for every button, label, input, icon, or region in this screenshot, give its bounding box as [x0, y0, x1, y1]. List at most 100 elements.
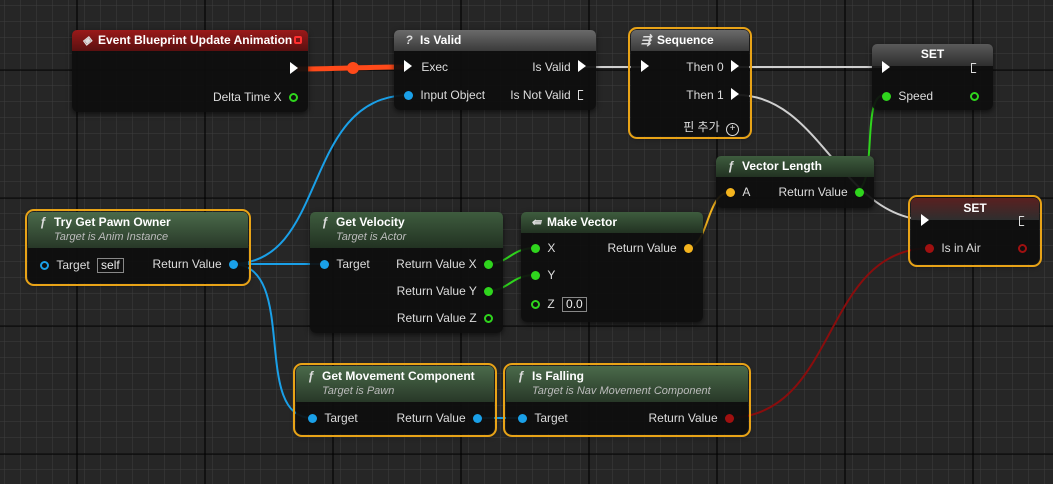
- event-diamond-icon: ◈: [82, 33, 92, 47]
- make-vector-return-pin[interactable]: Return Value: [607, 241, 693, 255]
- is-falling-node[interactable]: ƒ Is Falling Target is Nav Movement Compo…: [503, 363, 751, 437]
- get-velocity-title: Get Velocity: [336, 215, 405, 229]
- then1-label: Then 1: [686, 88, 724, 102]
- event-update-animation-node[interactable]: ◈ Event Blueprint Update Animation Delta …: [72, 30, 308, 112]
- return-z-label: Return Value Z: [396, 311, 477, 325]
- pawn-owner-target-pin[interactable]: Target self: [40, 258, 124, 273]
- try-get-pawn-owner-header: ƒ Try Get Pawn Owner Target is Anim Insta…: [28, 212, 248, 248]
- exec-wire-event-to-isvalid: [296, 64, 406, 72]
- delta-time-pin[interactable]: Delta Time X: [213, 90, 298, 104]
- vector-length-header: ƒ Vector Length: [716, 156, 874, 177]
- then0-label: Then 0: [686, 60, 724, 74]
- make-vector-title: Make Vector: [547, 215, 618, 229]
- is-valid-title: Is Valid: [420, 33, 462, 47]
- make-vector-z-pin[interactable]: Z 0.0: [531, 297, 587, 312]
- set-speed-title: SET: [920, 47, 945, 61]
- vector-length-a-pin[interactable]: A: [726, 185, 750, 199]
- z-value-input[interactable]: 0.0: [562, 297, 587, 312]
- event-replicated-icon: [294, 36, 302, 44]
- make-vector-node[interactable]: ⇚ Make Vector X Y Z 0.0 Return Value: [521, 212, 703, 322]
- try-get-pawn-owner-subtitle: Target is Anim Instance: [54, 231, 169, 243]
- vector-length-node[interactable]: ƒ Vector Length A Return Value: [716, 156, 874, 208]
- exec-label: Exec: [421, 60, 449, 74]
- return-x-pin[interactable]: Return Value X: [396, 257, 493, 271]
- sequence-node[interactable]: ⇶ Sequence Then 0 Then 1 핀 추가 +: [628, 27, 752, 139]
- a-label: A: [742, 185, 751, 199]
- sequence-title: Sequence: [657, 33, 714, 47]
- target-self-input[interactable]: self: [97, 258, 124, 273]
- function-f-icon: ƒ: [727, 159, 735, 173]
- add-pin-button[interactable]: 핀 추가 +: [683, 118, 739, 136]
- is-falling-target-pin[interactable]: Target: [518, 411, 568, 425]
- is-not-valid-label: Is Not Valid: [510, 88, 571, 102]
- vector-length-return-label: Return Value: [778, 185, 848, 199]
- get-movement-component-node[interactable]: ƒ Get Movement Component Target is Pawn T…: [293, 363, 497, 437]
- vector-length-title: Vector Length: [742, 159, 823, 173]
- is-valid-label: Is Valid: [532, 60, 571, 74]
- make-vector-y-pin[interactable]: Y: [531, 268, 555, 282]
- is-falling-header: ƒ Is Falling Target is Nav Movement Compo…: [506, 366, 748, 402]
- set-speed-exec-in-pin[interactable]: [882, 61, 890, 75]
- return-x-label: Return Value X: [396, 257, 477, 271]
- speed-out-pin[interactable]: [970, 89, 979, 103]
- bool-wire-falling-to-inair: [726, 247, 932, 419]
- event-node-title: Event Blueprint Update Animation: [98, 33, 293, 47]
- then1-pin[interactable]: Then 1: [686, 88, 739, 102]
- is-falling-return-pin[interactable]: Return Value: [649, 411, 734, 425]
- set-speed-node[interactable]: SET Speed: [872, 44, 993, 110]
- is-in-air-label: Is in Air: [941, 241, 981, 255]
- function-f-icon: ƒ: [39, 215, 47, 229]
- velocity-target-pin[interactable]: Target: [320, 257, 370, 271]
- set-in-air-exec-in-pin[interactable]: [921, 214, 929, 228]
- is-not-valid-out-pin[interactable]: Is Not Valid: [510, 88, 586, 102]
- x-label: X: [547, 241, 556, 255]
- sequence-header: ⇶ Sequence: [631, 30, 749, 51]
- make-vector-return-label: Return Value: [607, 241, 677, 255]
- is-falling-target-label: Target: [534, 411, 568, 425]
- pawn-owner-return-pin[interactable]: Return Value: [153, 257, 238, 271]
- event-exec-out-pin[interactable]: [290, 62, 298, 76]
- sequence-exec-in-pin[interactable]: [641, 60, 649, 74]
- delta-time-label: Delta Time X: [212, 90, 282, 104]
- function-f-icon: ƒ: [321, 215, 329, 229]
- function-f-icon: ƒ: [307, 369, 315, 383]
- vector-length-return-pin[interactable]: Return Value: [778, 185, 864, 199]
- movement-return-pin[interactable]: Return Value: [396, 411, 482, 425]
- make-vector-x-pin[interactable]: X: [531, 241, 555, 255]
- is-in-air-in-pin[interactable]: Is in Air: [925, 241, 981, 255]
- get-movement-component-header: ƒ Get Movement Component Target is Pawn: [296, 366, 494, 402]
- return-y-pin[interactable]: Return Value Y: [397, 284, 493, 298]
- add-circle-icon: +: [726, 123, 739, 136]
- set-speed-exec-out-pin[interactable]: [971, 61, 979, 75]
- then0-pin[interactable]: Then 0: [686, 60, 739, 74]
- function-f-icon: ƒ: [517, 369, 525, 383]
- event-node-header: ◈ Event Blueprint Update Animation: [72, 30, 308, 51]
- is-valid-out-pin[interactable]: Is Valid: [532, 60, 586, 74]
- speed-in-pin[interactable]: Speed: [882, 89, 933, 103]
- movement-target-label: Target: [324, 411, 358, 425]
- input-object-label: Input Object: [420, 88, 486, 102]
- delta-time-pin-icon: [289, 93, 298, 102]
- is-falling-subtitle: Target is Nav Movement Component: [532, 385, 711, 397]
- y-label: Y: [547, 268, 556, 282]
- return-y-label: Return Value Y: [396, 284, 477, 298]
- return-z-pin[interactable]: Return Value Z: [397, 311, 493, 325]
- is-in-air-out-pin[interactable]: [1018, 241, 1027, 255]
- get-velocity-subtitle: Target is Actor: [336, 231, 407, 243]
- velocity-target-label: Target: [336, 257, 370, 271]
- get-velocity-node[interactable]: ƒ Get Velocity Target is Actor Target Ret…: [310, 212, 503, 333]
- target-label: Target: [56, 258, 90, 272]
- is-valid-header: ? Is Valid: [394, 30, 596, 51]
- speed-label: Speed: [898, 89, 934, 103]
- movement-return-label: Return Value: [396, 411, 466, 425]
- is-valid-exec-in-pin[interactable]: Exec: [404, 60, 448, 74]
- sequence-icon: ⇶: [640, 33, 652, 47]
- make-vector-header: ⇚ Make Vector: [521, 212, 703, 233]
- movement-target-pin[interactable]: Target: [308, 411, 358, 425]
- input-object-pin[interactable]: Input Object: [404, 88, 485, 102]
- set-in-air-node[interactable]: SET Is in Air: [908, 195, 1042, 267]
- set-in-air-title: SET: [963, 201, 987, 215]
- is-valid-node[interactable]: ? Is Valid Exec Input Object Is Valid Is …: [394, 30, 596, 110]
- set-in-air-exec-out-pin[interactable]: [1019, 214, 1027, 228]
- try-get-pawn-owner-node[interactable]: ƒ Try Get Pawn Owner Target is Anim Insta…: [25, 209, 251, 286]
